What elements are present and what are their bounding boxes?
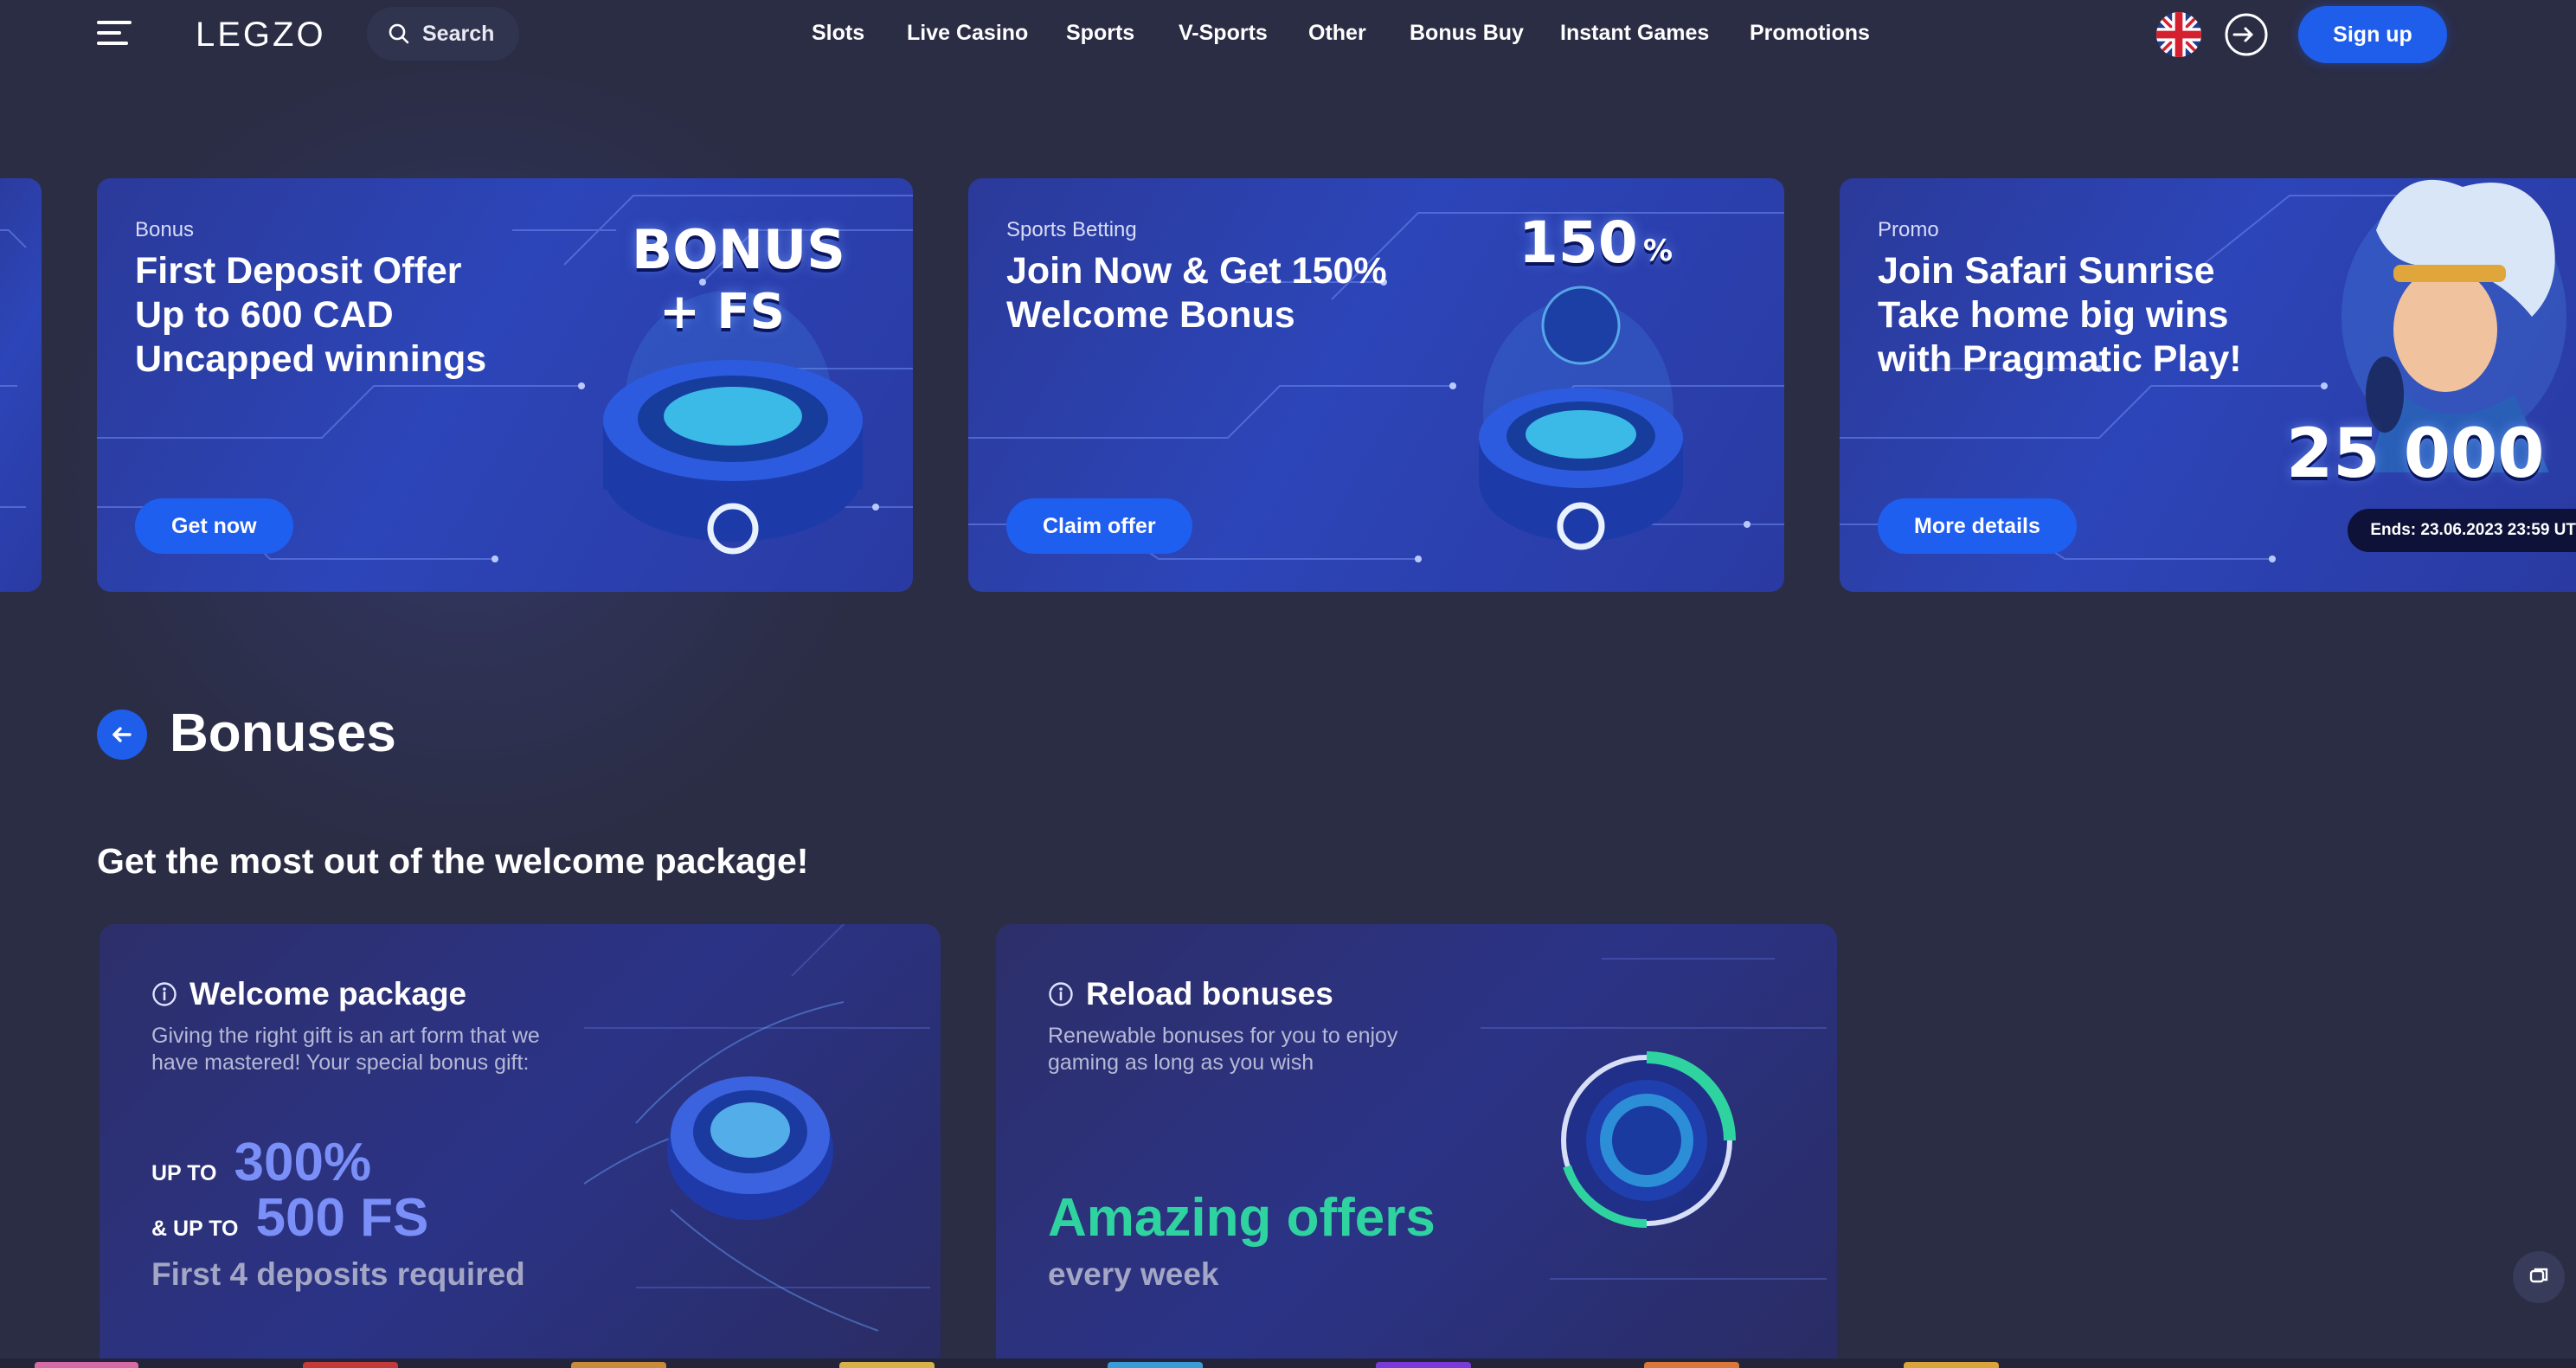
nav-instant-games[interactable]: Instant Games bbox=[1560, 21, 1709, 46]
promo-art-text-2: % bbox=[1643, 234, 1673, 268]
card-title: Reload bonuses bbox=[1086, 976, 1333, 1012]
search-label: Search bbox=[422, 21, 495, 46]
game-thumbnail[interactable] bbox=[303, 1362, 398, 1368]
card-title: Welcome package bbox=[190, 976, 467, 1012]
promo-art-text: BONUS bbox=[632, 218, 845, 281]
game-thumbnail[interactable] bbox=[571, 1362, 666, 1368]
section-subtitle: Get the most out of the welcome package! bbox=[97, 841, 809, 881]
game-thumbnail[interactable] bbox=[1376, 1362, 1471, 1368]
deposit-requirement: First 4 deposits required bbox=[151, 1256, 525, 1292]
promo-art-text-2: + FS bbox=[659, 284, 786, 340]
nav-sports[interactable]: Sports bbox=[1066, 21, 1134, 46]
back-button[interactable] bbox=[97, 710, 147, 760]
bonus-percent-row: UP TO 300% bbox=[151, 1132, 371, 1193]
promo-title: Join Now & Get 150% Welcome Bonus bbox=[1006, 250, 1387, 336]
info-icon[interactable] bbox=[1048, 981, 1074, 1007]
promo-category: Sports Betting bbox=[1006, 218, 1137, 241]
promo-card-safari[interactable]: Promo Join Safari Sunrise Take home big … bbox=[1840, 178, 2576, 592]
search-icon bbox=[389, 23, 409, 44]
game-thumbnail[interactable] bbox=[35, 1362, 138, 1368]
game-thumbnail[interactable] bbox=[1108, 1362, 1203, 1368]
promo-category: Bonus bbox=[135, 218, 195, 241]
promo-title: First Deposit Offer Up to 600 CAD Uncapp… bbox=[135, 250, 487, 380]
bonus-percent: 300% bbox=[234, 1133, 372, 1192]
up-to-label: UP TO bbox=[151, 1161, 217, 1185]
promo-card-bonus[interactable]: Bonus First Deposit Offer Up to 600 CAD … bbox=[97, 178, 913, 592]
and-up-to-label: & UP TO bbox=[151, 1217, 239, 1241]
more-details-button[interactable]: More details bbox=[1878, 498, 2077, 554]
promo-art-text: 25 000 bbox=[2286, 415, 2545, 493]
promo-card-partial[interactable] bbox=[0, 178, 42, 592]
card-description: Renewable bonuses for you to enjoy gamin… bbox=[1048, 1024, 1398, 1075]
promo-art-text: 150 bbox=[1519, 209, 1638, 276]
promo-end-date: Ends: 23.06.2023 23:59 UT bbox=[2348, 509, 2576, 552]
top-header: LEGZO Search Slots Live Casino Sports V-… bbox=[0, 0, 2576, 69]
uk-flag-icon[interactable] bbox=[2156, 12, 2201, 57]
promo-category: Promo bbox=[1878, 218, 1939, 241]
search-button[interactable]: Search bbox=[367, 7, 519, 61]
highlight-text: Amazing offers bbox=[1048, 1188, 1436, 1248]
menu-icon[interactable] bbox=[97, 21, 132, 48]
nav-bonus-buy[interactable]: Bonus Buy bbox=[1410, 21, 1524, 46]
nav-promotions[interactable]: Promotions bbox=[1750, 21, 1870, 46]
card-description: Giving the right gift is an art form tha… bbox=[151, 1024, 540, 1075]
nav-v-sports[interactable]: V-Sports bbox=[1179, 21, 1268, 46]
welcome-package-card[interactable]: Welcome package Giving the right gift is… bbox=[100, 924, 941, 1368]
game-thumbnail[interactable] bbox=[839, 1362, 935, 1368]
promo-card-sports[interactable]: Sports Betting Join Now & Get 150% Welco… bbox=[968, 178, 1784, 592]
reload-bonuses-card[interactable]: Reload bonuses Renewable bonuses for you… bbox=[996, 924, 1837, 1368]
game-thumbnail[interactable] bbox=[1644, 1362, 1739, 1368]
nav-live-casino[interactable]: Live Casino bbox=[907, 21, 1028, 46]
nav-other[interactable]: Other bbox=[1308, 21, 1366, 46]
back-arrow-icon bbox=[112, 727, 132, 742]
game-thumbnail[interactable] bbox=[1904, 1362, 1999, 1368]
free-spins-row: & UP TO 500 FS bbox=[151, 1187, 428, 1249]
circuit-lines bbox=[0, 229, 27, 508]
claim-offer-button[interactable]: Claim offer bbox=[1006, 498, 1192, 554]
chat-button[interactable] bbox=[2513, 1251, 2565, 1303]
promo-title: Join Safari Sunrise Take home big wins w… bbox=[1878, 250, 2242, 380]
highlight-subtext: every week bbox=[1048, 1256, 1219, 1292]
free-spins-value: 500 FS bbox=[255, 1188, 429, 1248]
nav-slots[interactable]: Slots bbox=[812, 21, 864, 46]
signup-button[interactable]: Sign up bbox=[2298, 6, 2447, 63]
info-icon[interactable] bbox=[151, 981, 177, 1007]
login-icon[interactable] bbox=[2224, 12, 2269, 57]
logo[interactable]: LEGZO bbox=[196, 16, 326, 55]
get-now-button[interactable]: Get now bbox=[135, 498, 293, 554]
chat-icon bbox=[2529, 1268, 2548, 1283]
page-title: Bonuses bbox=[170, 703, 396, 763]
